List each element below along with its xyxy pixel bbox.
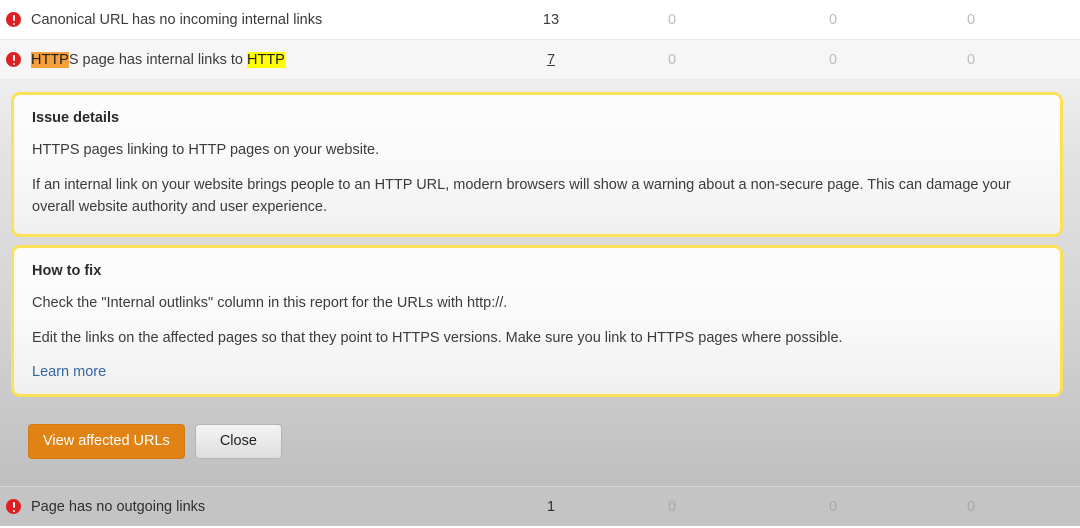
table-row[interactable]: Canonical URL has no incoming internal l… [0, 0, 1080, 40]
issue-title: Page has no outgoing links [31, 498, 206, 515]
error-icon [6, 12, 21, 27]
error-icon [6, 499, 21, 514]
count-cell-pages-link[interactable]: 7 [521, 52, 581, 68]
count-cell-col4: 0 [966, 11, 976, 28]
learn-more-link[interactable]: Learn more [32, 364, 106, 380]
count-cell-pages: 13 [542, 11, 560, 28]
count-link[interactable]: 7 [547, 52, 555, 68]
table-row[interactable]: Page has no outgoing links 1 0 0 0 [0, 486, 1080, 526]
how-to-fix-title: How to fix [32, 263, 102, 280]
count-cell-col3: 0 [828, 11, 838, 28]
how-to-fix-paragraph-1: Check the "Internal outlinks" column in … [32, 295, 508, 312]
count-cell-col3: 0 [828, 498, 838, 515]
count-cell-col4: 0 [966, 51, 976, 68]
issue-title: HTTPS page has internal links to HTTP [31, 51, 285, 68]
error-icon [6, 52, 21, 67]
view-affected-urls-button[interactable]: View affected URLs [28, 423, 185, 460]
count-cell-pages: 1 [546, 498, 556, 515]
issue-report-screen: Canonical URL has no incoming internal l… [0, 0, 1080, 528]
count-cell-col3: 0 [828, 51, 838, 68]
count-cell-col4: 0 [966, 498, 976, 515]
issue-details-title: Issue details [32, 110, 120, 126]
issue-details-paragraph-2: If an internal link on your website brin… [32, 176, 1011, 215]
issue-title: Canonical URL has no incoming internal l… [31, 11, 323, 28]
count-cell-col2: 0 [667, 498, 677, 515]
issue-detail-panel: Issue details HTTPS pages linking to HTT… [0, 80, 1080, 486]
issue-title-highlight-orange: HTTP [31, 51, 69, 68]
issue-details-box: Issue details HTTPS pages linking to HTT… [11, 92, 1063, 238]
table-row-selected[interactable]: HTTPS page has internal links to HTTP 7 … [0, 40, 1080, 80]
issue-title-middle: S page has internal links to [68, 51, 247, 68]
how-to-fix-box: How to fix Check the "Internal outlinks"… [11, 245, 1063, 397]
detail-actions: View affected URLs Close [11, 405, 1063, 460]
count-cell-col2: 0 [667, 51, 677, 68]
close-button[interactable]: Close [194, 423, 282, 460]
count-cell-col2: 0 [667, 11, 677, 28]
issue-details-paragraph-1: HTTPS pages linking to HTTP pages on you… [32, 142, 380, 158]
how-to-fix-paragraph-2: Edit the links on the affected pages so … [32, 330, 843, 346]
issue-title-highlight-yellow: HTTP [247, 51, 285, 68]
